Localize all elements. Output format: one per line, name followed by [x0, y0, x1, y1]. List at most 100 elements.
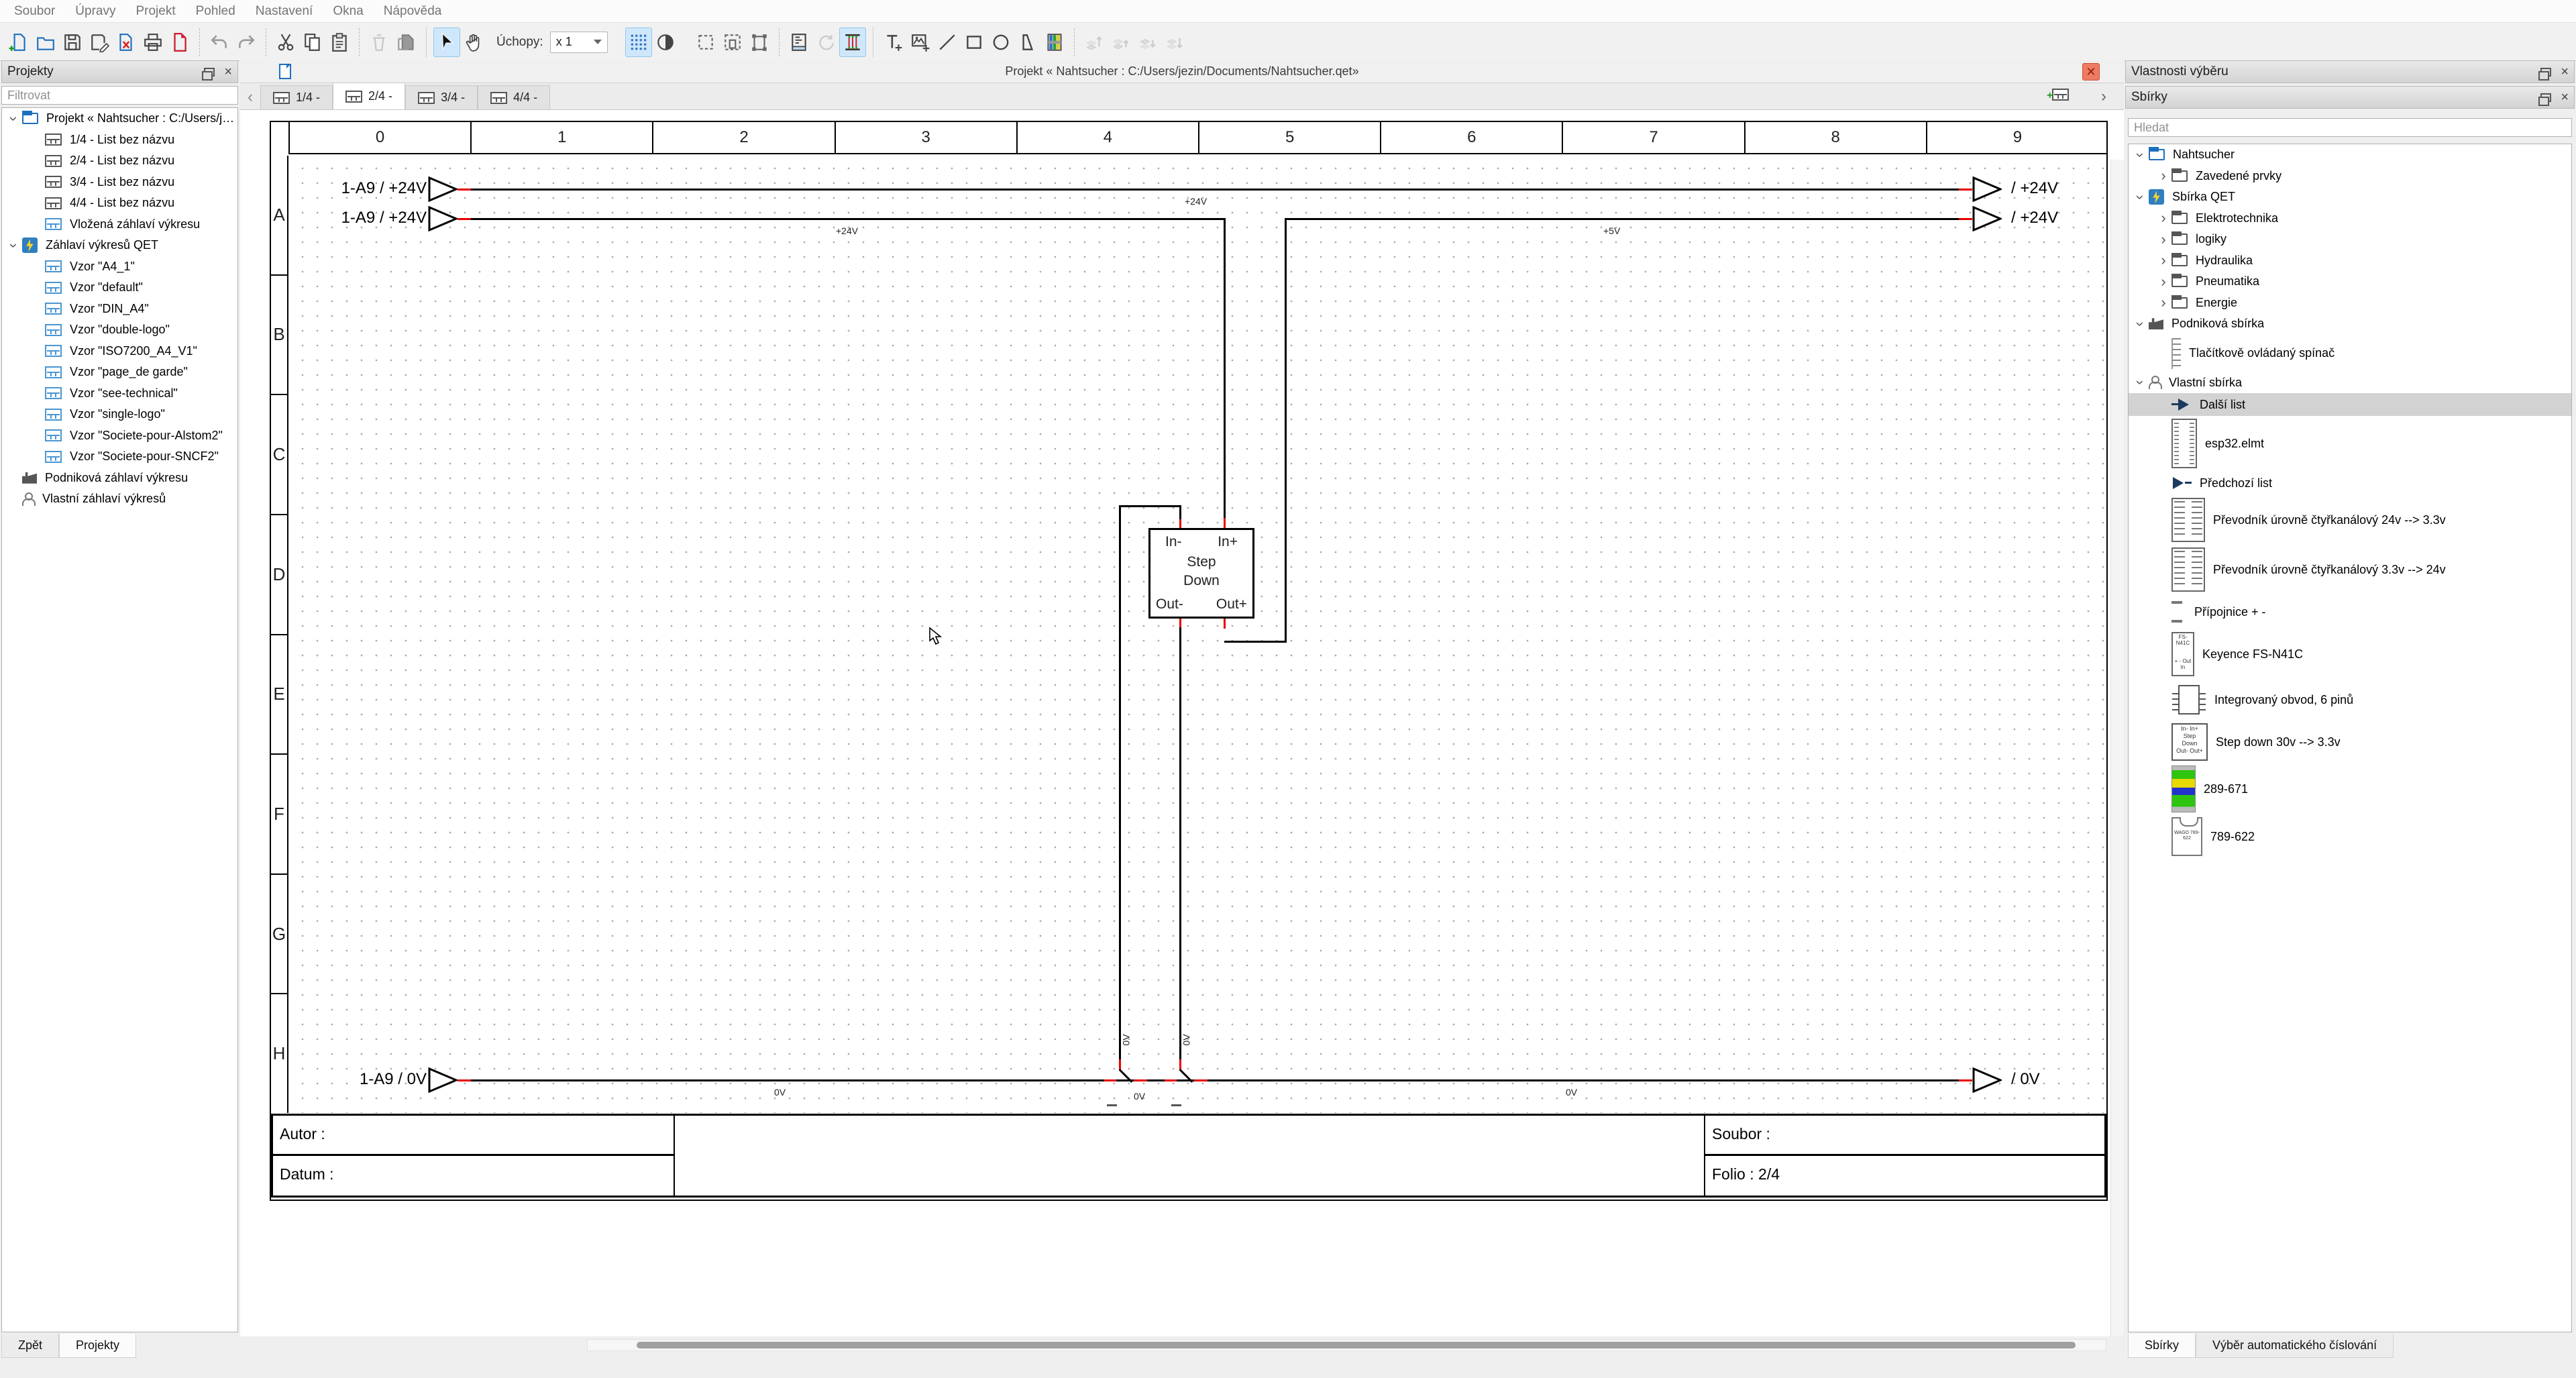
conductor-label[interactable]: 0V: [774, 1087, 786, 1098]
add-terminal-strip-button[interactable]: [1041, 28, 1068, 57]
sheet-tab[interactable]: 1/4 -: [260, 85, 333, 109]
menu-item[interactable]: Okna: [323, 0, 373, 23]
collection-item[interactable]: Sbírka QET: [2129, 187, 2571, 208]
add-image-button[interactable]: [907, 28, 934, 57]
conductor-label[interactable]: +24V: [836, 225, 858, 236]
wire-in-minus[interactable]: [1179, 505, 1181, 519]
collection-item[interactable]: Zavedené prvky: [2129, 166, 2571, 187]
wire-in-minus-drop[interactable]: [1119, 505, 1121, 1071]
collection-item[interactable]: Další list: [2129, 393, 2571, 416]
pan-tool-button[interactable]: [460, 28, 487, 57]
dock-close-icon[interactable]: ×: [2561, 91, 2569, 104]
expander-icon[interactable]: [2133, 146, 2149, 164]
collection-item[interactable]: logiky: [2129, 229, 2571, 250]
tree-item[interactable]: Vzor "single-logo": [2, 404, 237, 425]
scrollbar-thumb[interactable]: [637, 1342, 2076, 1348]
collection-item[interactable]: Integrovaný obvod, 6 pinů: [2129, 679, 2571, 721]
tabs-scroll-right-icon[interactable]: ›: [2101, 87, 2106, 106]
dock-tab[interactable]: Zpět: [1, 1334, 59, 1358]
collections-search-input[interactable]: [2128, 118, 2572, 137]
project-window-titlebar[interactable]: Projekt « Nahtsucher : C:/Users/jezin/Do…: [240, 60, 2124, 83]
dock-float-icon[interactable]: [2540, 68, 2551, 76]
component-terminal[interactable]: [1224, 619, 1226, 629]
menu-item[interactable]: Pohled: [186, 0, 246, 23]
tree-item[interactable]: Záhlaví výkresů QET: [2, 235, 237, 256]
conductor-label[interactable]: 0V: [1566, 1087, 1577, 1098]
collection-item[interactable]: WAGO 789-622 789-622: [2129, 814, 2571, 859]
wire-in-minus[interactable]: [1119, 505, 1181, 507]
collection-item[interactable]: Podniková sbírka: [2129, 313, 2571, 335]
tree-item[interactable]: Vzor "Societe-pour-Alstom2": [2, 425, 237, 447]
tree-item[interactable]: Vzor "double-logo": [2, 319, 237, 341]
collection-item[interactable]: Převodník úrovně čtyřkanálový 3.3v --> 2…: [2129, 545, 2571, 594]
expander-icon[interactable]: [2133, 374, 2149, 391]
rotate-button[interactable]: [812, 28, 839, 57]
collection-item[interactable]: Tlačítkově ovládaný spínač: [2129, 335, 2571, 372]
copy-button[interactable]: [299, 28, 326, 57]
add-text-button[interactable]: [880, 28, 907, 57]
wire-24v-2[interactable]: [458, 218, 1226, 220]
collection-item[interactable]: Hydraulika: [2129, 250, 2571, 272]
tree-item[interactable]: Projekt « Nahtsucher : C:/Users/jezin/..…: [2, 108, 237, 129]
folio-reference-arrow[interactable]: [1972, 1067, 2002, 1093]
delete-button[interactable]: [366, 28, 392, 57]
tree-item[interactable]: Vzor "ISO7200_A4_V1": [2, 341, 237, 362]
sheet-tab[interactable]: 4/4 -: [478, 85, 550, 109]
collection-item[interactable]: In- In+ Step Down Out- Out+ Step down 30…: [2129, 721, 2571, 763]
tree-item[interactable]: Vzor "A4_1": [2, 256, 237, 278]
expander-icon[interactable]: [2133, 189, 2149, 206]
add-polygon-button[interactable]: [1014, 28, 1041, 57]
wire-out-minus-drop[interactable]: [1179, 627, 1181, 1071]
tree-item[interactable]: Vlastní záhlaví výkresů: [2, 488, 237, 510]
dock-close-icon[interactable]: ×: [2561, 65, 2569, 78]
wire1-target-label[interactable]: / +24V: [2011, 179, 2058, 198]
folio-reference-arrow[interactable]: [428, 206, 458, 231]
folio-reference-arrow[interactable]: [1972, 206, 2002, 231]
tree-item[interactable]: Vzor "page_de garde": [2, 362, 237, 383]
undo-button[interactable]: [206, 28, 233, 57]
wire-5v[interactable]: [1285, 218, 1972, 220]
send-to-back-button[interactable]: [1161, 28, 1188, 57]
collection-item[interactable]: Vlastní sbírka: [2129, 372, 2571, 394]
conductor-mode-button[interactable]: [839, 28, 866, 57]
collection-item[interactable]: Elektrotechnika: [2129, 208, 2571, 229]
snap-select[interactable]: x 1: [550, 32, 608, 53]
export-pdf-button[interactable]: [166, 28, 193, 57]
vertical-scrollbar[interactable]: [2110, 160, 2124, 1336]
new-project-button[interactable]: [5, 28, 32, 57]
collection-item[interactable]: Nahtsucher: [2129, 144, 2571, 166]
ground-source-label[interactable]: 1-A9 / 0V: [314, 1070, 427, 1089]
menu-item[interactable]: Nápověda: [374, 0, 452, 23]
tree-item[interactable]: 2/4 - List bez názvu: [2, 150, 237, 172]
component-terminal[interactable]: [1179, 518, 1181, 528]
wire-0v[interactable]: [458, 1079, 1972, 1081]
wire2-target-label[interactable]: / +24V: [2011, 209, 2058, 227]
tree-item[interactable]: Vložená záhlaví výkresu: [2, 214, 237, 235]
paste-button[interactable]: [326, 28, 353, 57]
folio-reference-arrow[interactable]: [428, 176, 458, 202]
wire1-source-label[interactable]: 1-A9 / +24V: [294, 179, 427, 198]
horizontal-scrollbar[interactable]: [587, 1339, 2106, 1351]
bring-to-front-button[interactable]: [1081, 28, 1108, 57]
wire-out-plus-riser[interactable]: [1285, 218, 1287, 641]
collection-item[interactable]: Přípojnice + -: [2129, 594, 2571, 629]
titleblock-editor-button[interactable]: [786, 28, 812, 57]
tree-item[interactable]: 3/4 - List bez názvu: [2, 172, 237, 193]
add-line-button[interactable]: [934, 28, 961, 57]
stepdown-component[interactable]: In- In+ Step Down Out- Out+: [1148, 528, 1254, 619]
tree-item[interactable]: Vzor "Societe-pour-SNCF2": [2, 446, 237, 468]
close-file-button[interactable]: [113, 28, 140, 57]
folio-reference-arrow[interactable]: [1972, 176, 2002, 202]
grid-toggle-button[interactable]: [625, 28, 652, 57]
conductor-label-rotated[interactable]: 0V: [1121, 1034, 1132, 1045]
diagram-canvas[interactable]: 0123456789 ABCDEFGH Autor : Datum : Soub…: [240, 110, 2124, 1336]
tree-item[interactable]: 4/4 - List bez názvu: [2, 193, 237, 214]
sheet-tab[interactable]: 2/4 -: [333, 83, 405, 109]
lower-button[interactable]: [1134, 28, 1161, 57]
expander-icon[interactable]: [6, 110, 22, 127]
collection-item[interactable]: Převodník úrovně čtyřkanálový 24v --> 3.…: [2129, 495, 2571, 545]
selection-mode-button[interactable]: [692, 28, 719, 57]
dock-tab[interactable]: Výběr automatického číslování: [2196, 1334, 2394, 1358]
dock-float-icon[interactable]: [2540, 93, 2551, 102]
dock-tab[interactable]: Projekty: [59, 1334, 136, 1358]
